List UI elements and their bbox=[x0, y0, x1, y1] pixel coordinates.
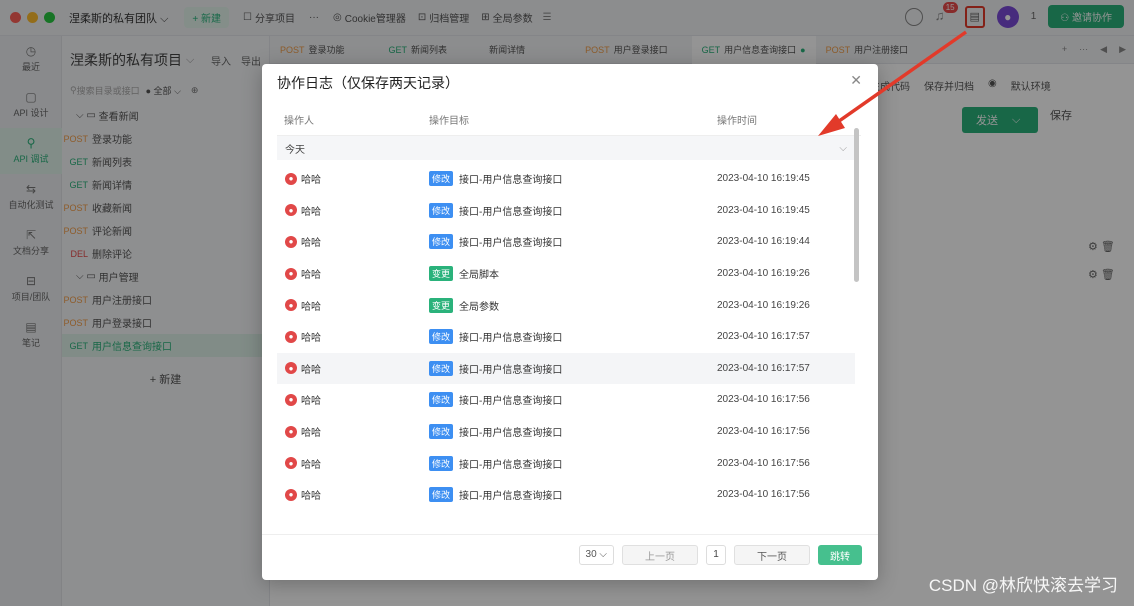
arrow-head bbox=[818, 114, 845, 136]
arrow-line bbox=[830, 30, 968, 128]
annotation-arrow bbox=[818, 30, 968, 136]
watermark: CSDN @林欣快滚去学习 bbox=[928, 576, 1118, 595]
